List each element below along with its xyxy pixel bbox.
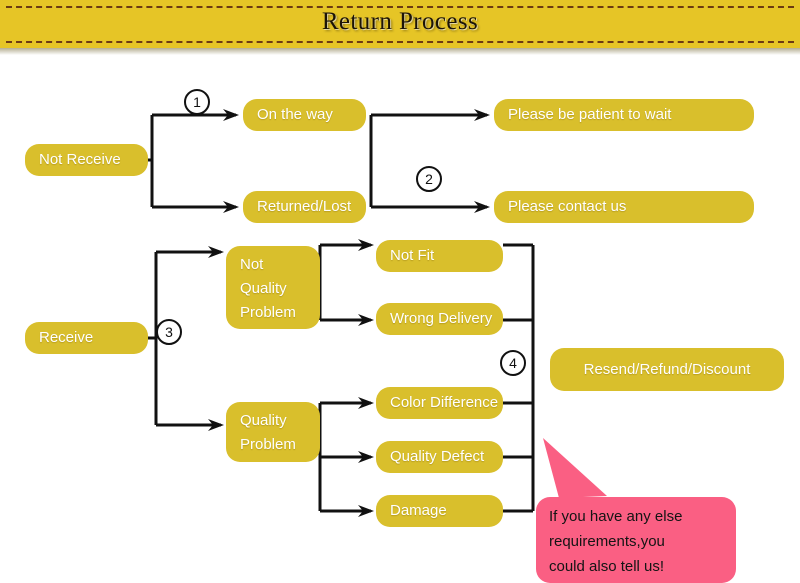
node-color-difference[interactable]: Color Difference — [376, 387, 503, 419]
node-not-receive[interactable]: Not Receive — [25, 144, 148, 176]
callout-tail — [543, 438, 607, 498]
node-quality-defect[interactable]: Quality Defect — [376, 441, 503, 473]
node-not-fit[interactable]: Not Fit — [376, 240, 503, 272]
node-please-be-patient[interactable]: Please be patient to wait — [494, 99, 754, 131]
step-marker-1: 1 — [184, 89, 210, 115]
node-quality-problem[interactable]: Quality Problem — [226, 402, 320, 462]
node-resend-refund-discount[interactable]: Resend/Refund/Discount — [550, 348, 784, 391]
flowchart-canvas: Not Receive On the way Returned/Lost Ple… — [0, 55, 800, 583]
callout-bubble: If you have any else requirements,you co… — [536, 497, 736, 583]
node-receive[interactable]: Receive — [25, 322, 148, 354]
banner-dashed-line-bottom — [6, 41, 794, 43]
node-damage[interactable]: Damage — [376, 495, 503, 527]
page-header-banner: Return Process — [0, 0, 800, 55]
node-wrong-delivery[interactable]: Wrong Delivery — [376, 303, 503, 335]
step-marker-2: 2 — [416, 166, 442, 192]
node-returned-lost[interactable]: Returned/Lost — [243, 191, 366, 223]
node-please-contact-us[interactable]: Please contact us — [494, 191, 754, 223]
step-marker-3: 3 — [156, 319, 182, 345]
node-on-the-way[interactable]: On the way — [243, 99, 366, 131]
step-marker-4: 4 — [500, 350, 526, 376]
page-title: Return Process — [321, 8, 479, 35]
node-not-quality-problem[interactable]: Not Quality Problem — [226, 246, 320, 329]
